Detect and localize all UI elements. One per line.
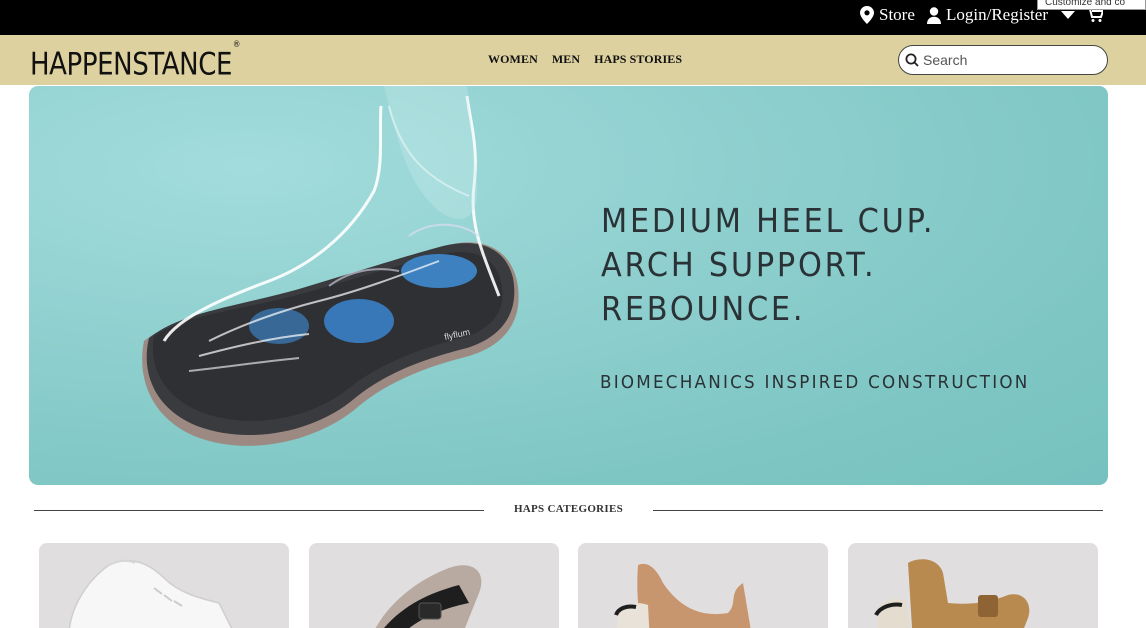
- divider-right: [653, 510, 1103, 511]
- chevron-down-icon: [1061, 11, 1075, 19]
- registered-mark: ®: [232, 40, 241, 50]
- browser-tooltip: Customize and co: [1037, 0, 1146, 10]
- insole-foot-illustration: flyflum: [142, 86, 519, 446]
- search-input[interactable]: [923, 52, 1093, 68]
- nav-item-haps-stories[interactable]: HAPS STORIES: [594, 52, 682, 67]
- user-icon: [927, 6, 941, 24]
- nav-item-men[interactable]: MEN: [552, 52, 580, 67]
- hero-subline: BIOMECHANICS INSPIRED CONSTRUCTION: [600, 372, 1030, 393]
- categories-title: HAPS CATEGORIES: [513, 503, 624, 515]
- category-card-2[interactable]: [309, 543, 559, 628]
- store-label: Store: [879, 5, 915, 24]
- hero-line-3: REBOUNCE.: [601, 289, 806, 328]
- login-register-link[interactable]: Login/Register: [927, 0, 1048, 30]
- location-pin-icon: [860, 6, 874, 24]
- hero-line-2: ARCH SUPPORT.: [601, 245, 877, 284]
- category-card-1[interactable]: [39, 543, 289, 628]
- store-link[interactable]: Store: [860, 0, 915, 30]
- brand-logo-text: HAPPENSTANCE: [30, 46, 233, 83]
- tan-heel-sandal-image: [614, 564, 751, 628]
- hero-headline: MEDIUM HEEL CUP. ARCH SUPPORT. REBOUNCE.: [601, 199, 964, 331]
- login-register-label: Login/Register: [946, 5, 1048, 24]
- hero-banner[interactable]: flyflum MEDIUM HEEL CUP. ARCH SUPPORT. R…: [29, 86, 1108, 485]
- main-nav: WOMEN MEN HAPS STORIES: [488, 52, 682, 67]
- site-header: HAPPENSTANCE® WOMEN MEN HAPS STORIES: [0, 35, 1146, 85]
- brand-logo[interactable]: HAPPENSTANCE®: [30, 40, 241, 83]
- category-card-4[interactable]: [848, 543, 1098, 628]
- hero-line-1: MEDIUM HEEL CUP.: [601, 201, 936, 240]
- black-strap-sandal-image: [375, 565, 482, 628]
- brown-buckle-sandal-image: [874, 559, 1030, 628]
- nav-item-women[interactable]: WOMEN: [488, 52, 538, 67]
- white-sneaker-image: [68, 559, 233, 628]
- search-box[interactable]: [898, 45, 1108, 75]
- top-utility-bar: Store Login/Register Customize and co: [0, 0, 1146, 35]
- search-icon: [905, 53, 919, 67]
- category-card-3[interactable]: [578, 543, 828, 628]
- categories-heading: HAPS CATEGORIES: [34, 502, 1103, 520]
- divider-left: [34, 510, 484, 511]
